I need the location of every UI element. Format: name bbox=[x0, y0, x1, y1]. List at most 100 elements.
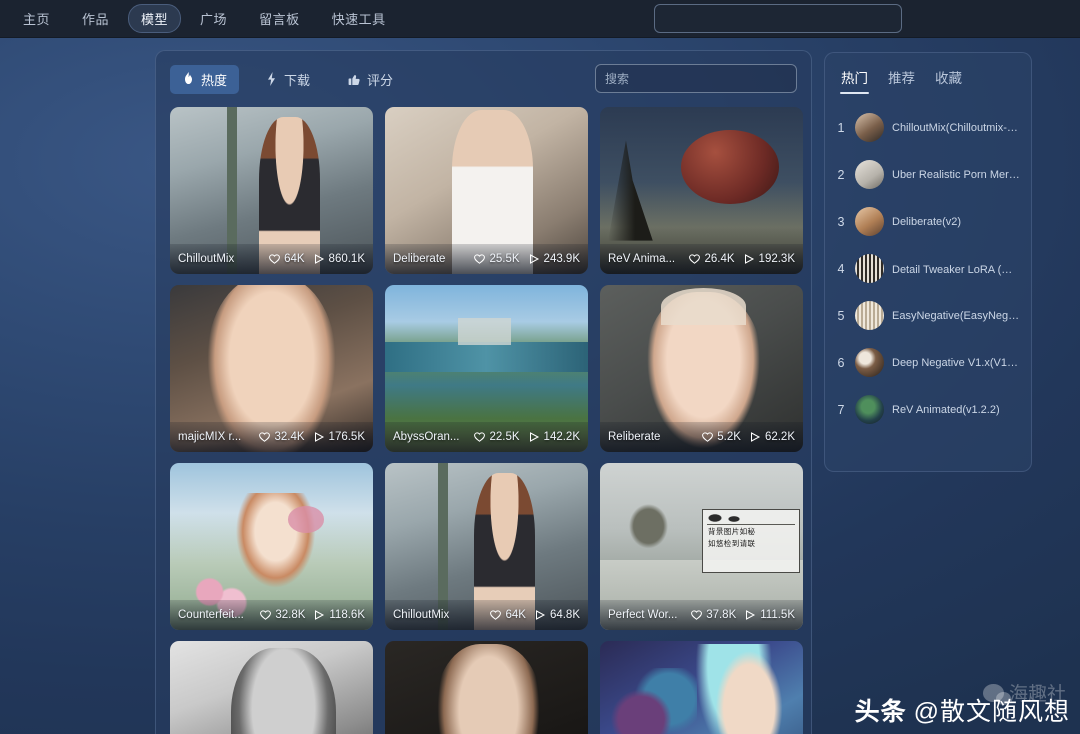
rank-index: 1 bbox=[837, 120, 845, 135]
heart-icon bbox=[269, 254, 280, 264]
card-caption: Reliberate 5.2K 62.2K bbox=[600, 422, 803, 452]
rank-item[interactable]: 5 EasyNegative(EasyNegati... bbox=[835, 292, 1021, 339]
global-search-box[interactable] bbox=[654, 4, 902, 33]
card-stats: 32.8K 118.6K bbox=[260, 609, 365, 621]
filter-tab-rating[interactable]: 评分 bbox=[336, 65, 405, 94]
top-navigation-bar: 主页 作品 模型 广场 留言板 快速工具 bbox=[0, 0, 1080, 38]
rank-item[interactable]: 1 ChilloutMix(Chilloutmix-Ni... bbox=[835, 104, 1021, 151]
heart-icon bbox=[260, 610, 272, 620]
model-card[interactable]: ChilloutMix 64K 64.8K bbox=[385, 463, 588, 630]
tab-favorites[interactable]: 收藏 bbox=[935, 67, 962, 94]
card-name: AbyssOran... bbox=[393, 431, 460, 443]
rank-item[interactable]: 6 Deep Negative V1.x(V1 75T) bbox=[835, 339, 1021, 386]
filter-tab-downloads[interactable]: 下载 bbox=[253, 65, 322, 94]
card-stats: 64K 64.8K bbox=[490, 609, 580, 621]
model-card[interactable]: AbyssOran... 22.5K 142.2K bbox=[385, 285, 588, 452]
card-name: ChilloutMix bbox=[178, 253, 235, 265]
avatar bbox=[855, 254, 884, 283]
rank-item[interactable]: 7 ReV Animated(v1.2.2) bbox=[835, 386, 1021, 433]
heart-icon bbox=[259, 432, 271, 442]
card-caption: Counterfeit... 32.8K 118.6K bbox=[170, 600, 373, 630]
model-card[interactable]: ChilloutMix 64K 860.1K bbox=[170, 107, 373, 274]
card-likes-value: 64K bbox=[284, 253, 305, 265]
nav-item-models[interactable]: 模型 bbox=[128, 4, 182, 33]
rank-item[interactable]: 2 Uber Realistic Porn Merg... bbox=[835, 151, 1021, 198]
filter-tab-rating-label: 评分 bbox=[367, 72, 394, 88]
global-search-input[interactable] bbox=[655, 5, 901, 32]
model-card[interactable]: Reliberate 5.2K 62.2K bbox=[600, 285, 803, 452]
play-icon bbox=[314, 432, 325, 442]
card-name: majicMIX r... bbox=[178, 431, 242, 443]
play-icon bbox=[314, 610, 325, 620]
card-caption: Deliberate 25.5K 243.9K bbox=[385, 244, 588, 274]
nav-item-works[interactable]: 作品 bbox=[69, 4, 122, 33]
rank-item-label: EasyNegative(EasyNegati... bbox=[892, 309, 1021, 322]
model-card[interactable]: majicMIX r... 32.4K 176.5K bbox=[170, 285, 373, 452]
page-body: 热度 下载 评分 搜索 ChilloutMix 64K 860.1K Delib… bbox=[0, 38, 1080, 734]
model-search-input[interactable] bbox=[596, 65, 796, 92]
rank-item[interactable]: 4 Detail Tweaker LoRA (细... bbox=[835, 245, 1021, 292]
rank-item[interactable]: 3 Deliberate(v2) bbox=[835, 198, 1021, 245]
rank-index: 6 bbox=[837, 355, 845, 370]
heart-icon bbox=[474, 432, 486, 442]
card-caption: ChilloutMix 64K 64.8K bbox=[385, 600, 588, 630]
main-nav: 主页 作品 模型 广场 留言板 快速工具 bbox=[0, 4, 399, 33]
card-likes: 22.5K bbox=[474, 431, 520, 443]
lightning-icon bbox=[265, 72, 278, 86]
card-name: Counterfeit... bbox=[178, 609, 244, 621]
play-icon bbox=[529, 432, 540, 442]
play-icon bbox=[535, 610, 546, 620]
heart-icon bbox=[691, 610, 703, 620]
thumbs-up-icon bbox=[348, 72, 361, 86]
card-downloads-value: 111.5K bbox=[760, 609, 795, 621]
card-artwork bbox=[170, 641, 373, 734]
filter-tab-popularity-label: 热度 bbox=[201, 72, 228, 88]
nav-item-message-board[interactable]: 留言板 bbox=[246, 4, 313, 33]
card-downloads: 860.1K bbox=[314, 253, 365, 265]
card-likes-value: 37.8K bbox=[706, 609, 737, 621]
avatar bbox=[855, 113, 884, 142]
filter-tab-downloads-label: 下载 bbox=[284, 72, 311, 88]
card-caption: ChilloutMix 64K 860.1K bbox=[170, 244, 373, 274]
card-downloads-value: 62.2K bbox=[764, 431, 795, 443]
card-likes: 25.5K bbox=[474, 253, 520, 265]
model-card[interactable] bbox=[170, 641, 373, 734]
card-name: ReV Anima... bbox=[608, 253, 676, 265]
tab-recommended[interactable]: 推荐 bbox=[888, 67, 915, 94]
model-card[interactable] bbox=[385, 641, 588, 734]
model-card[interactable]: Deliberate 25.5K 243.9K bbox=[385, 107, 588, 274]
model-gallery-panel: 热度 下载 评分 搜索 ChilloutMix 64K 860.1K Delib… bbox=[155, 50, 812, 734]
card-downloads: 62.2K bbox=[750, 431, 795, 443]
avatar bbox=[855, 301, 884, 330]
nav-item-square[interactable]: 广场 bbox=[187, 4, 240, 33]
model-search-box[interactable] bbox=[595, 64, 797, 93]
filter-tab-popularity[interactable]: 热度 bbox=[170, 64, 240, 94]
card-stats: 25.5K 243.9K bbox=[474, 253, 580, 265]
avatar bbox=[855, 207, 884, 236]
model-card[interactable]: 背景图片如秘 如悠检到请联 Perfect Wor... 37.8K 111.5… bbox=[600, 463, 803, 630]
nav-item-home[interactable]: 主页 bbox=[10, 4, 63, 33]
card-downloads-value: 118.6K bbox=[329, 609, 365, 621]
card-stats: 32.4K 176.5K bbox=[259, 431, 365, 443]
card-likes: 5.2K bbox=[702, 431, 741, 443]
rank-index: 4 bbox=[837, 261, 845, 276]
card-name: Reliberate bbox=[608, 431, 661, 443]
play-icon bbox=[750, 432, 761, 442]
model-card[interactable]: Counterfeit... 32.8K 118.6K bbox=[170, 463, 373, 630]
rank-index: 3 bbox=[837, 214, 845, 229]
rank-item-label: Detail Tweaker LoRA (细... bbox=[892, 263, 1021, 276]
tab-hot[interactable]: 热门 bbox=[840, 67, 869, 94]
card-caption: majicMIX r... 32.4K 176.5K bbox=[170, 422, 373, 452]
nav-item-quick-tools[interactable]: 快速工具 bbox=[319, 4, 399, 33]
card-likes: 32.4K bbox=[259, 431, 305, 443]
play-icon bbox=[744, 254, 755, 264]
card-likes: 26.4K bbox=[689, 253, 735, 265]
author-handle-label: @散文随风想 bbox=[913, 698, 1070, 726]
model-card[interactable]: ReV Anima... 26.4K 192.3K bbox=[600, 107, 803, 274]
card-likes-value: 25.5K bbox=[489, 253, 520, 265]
card-downloads: 243.9K bbox=[529, 253, 580, 265]
card-downloads-value: 243.9K bbox=[543, 253, 580, 265]
notice-text: 背景图片如秘 如悠检到请联 bbox=[708, 527, 756, 548]
model-card[interactable] bbox=[600, 641, 803, 734]
card-stats: 22.5K 142.2K bbox=[474, 431, 580, 443]
